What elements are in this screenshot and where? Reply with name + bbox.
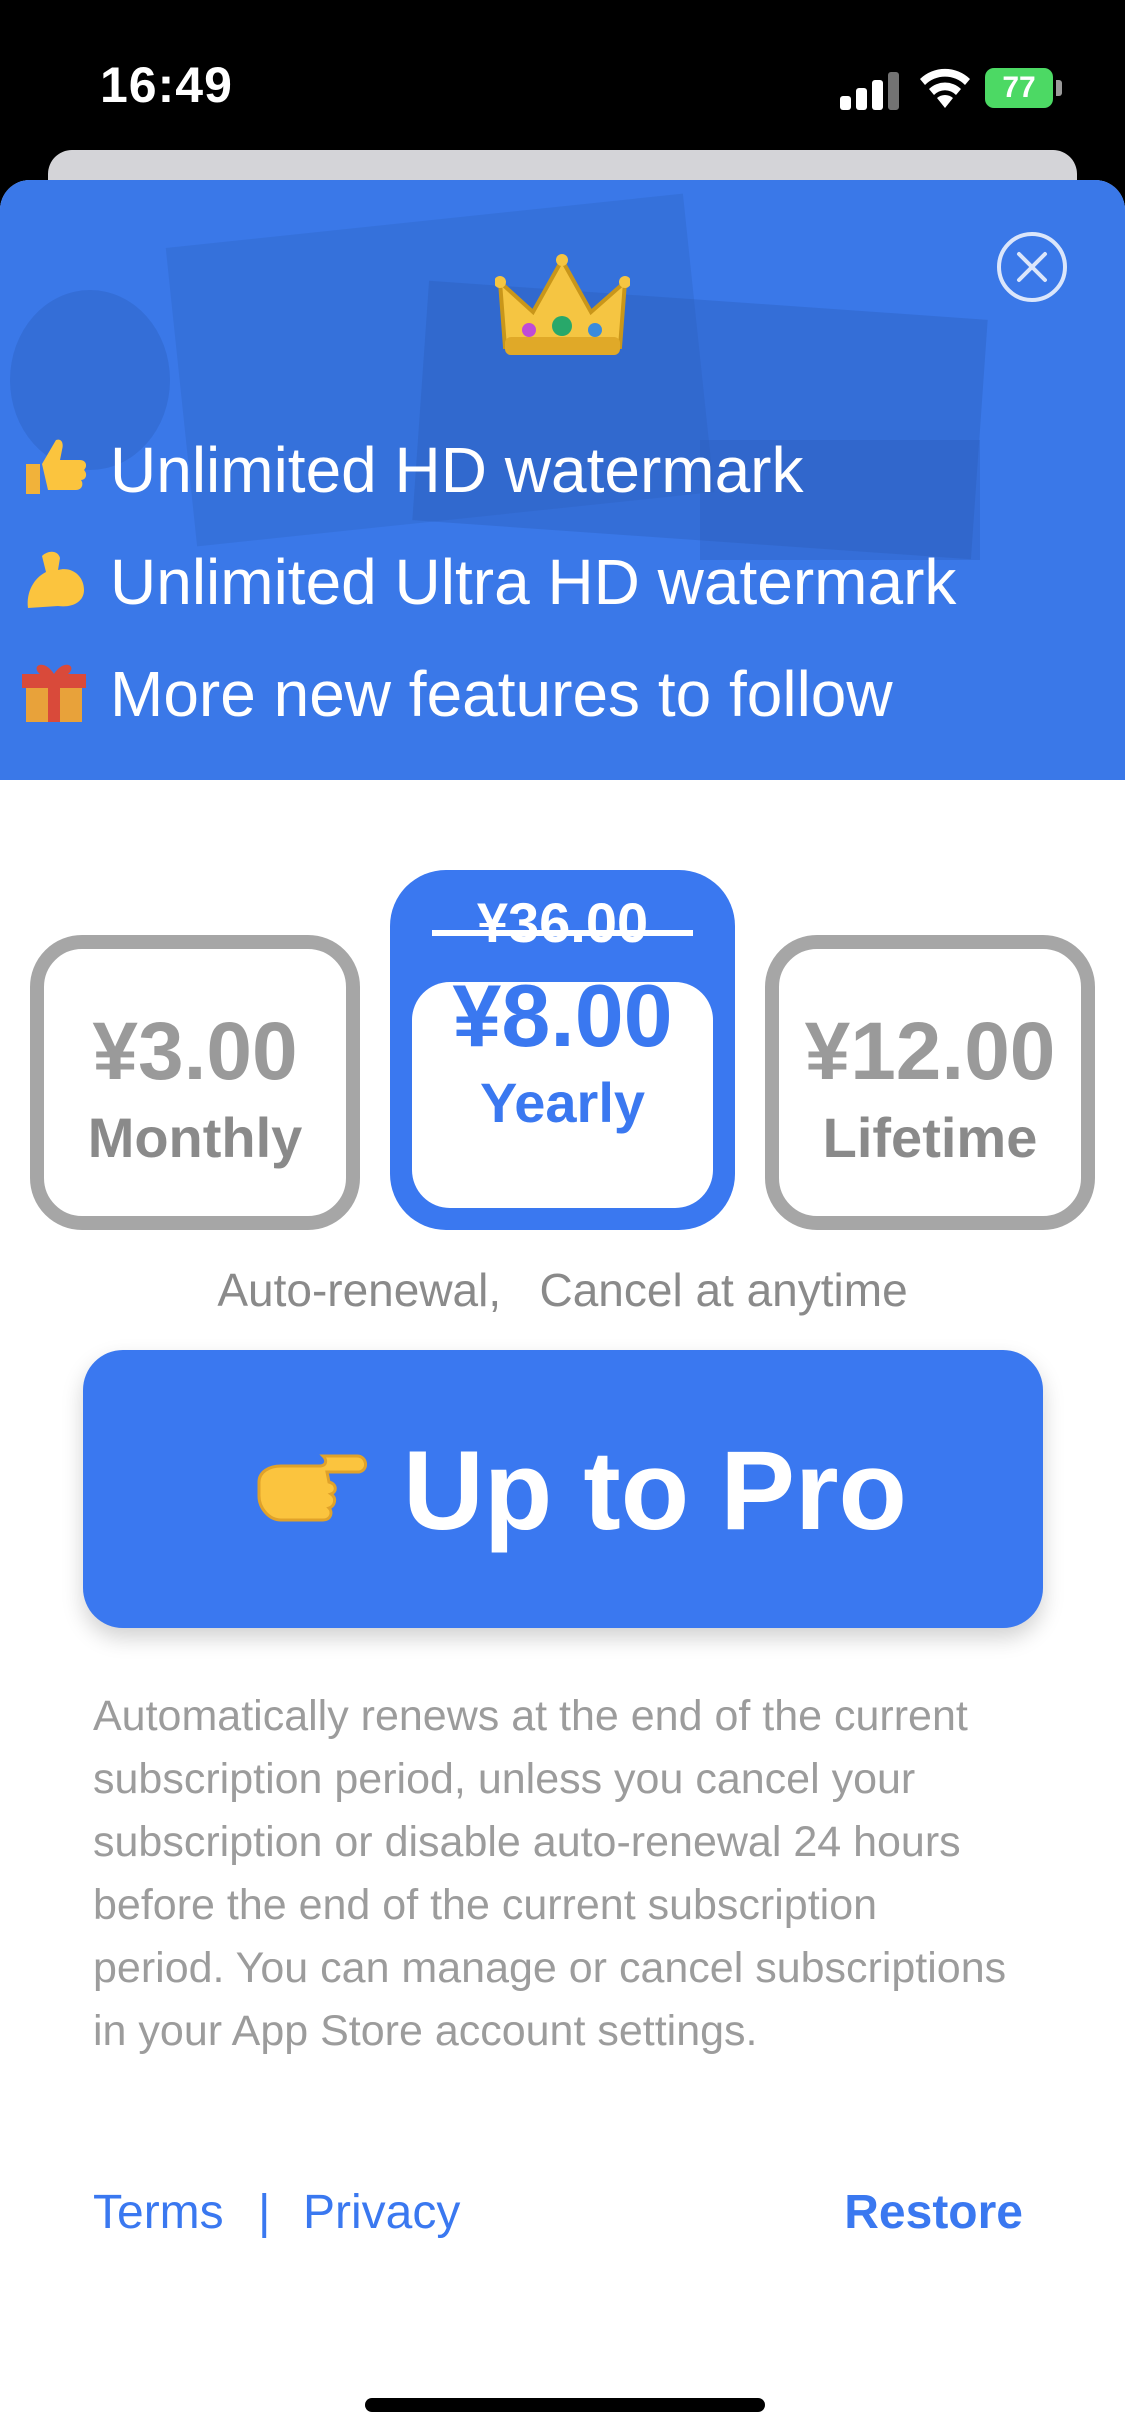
- feature-label: More new features to follow: [110, 658, 893, 730]
- plan-yearly[interactable]: ¥36.00 ¥8.00 Yearly: [390, 870, 735, 1230]
- hero-banner: Unlimited HD watermark Unlimited Ultra H…: [0, 180, 1125, 780]
- restore-link[interactable]: Restore: [844, 2185, 1023, 2240]
- feature-item: Unlimited HD watermark: [18, 430, 803, 507]
- close-icon[interactable]: [995, 230, 1069, 304]
- battery-icon: 77: [985, 68, 1053, 108]
- home-indicator[interactable]: [365, 2398, 765, 2412]
- crown-icon: [495, 254, 630, 355]
- plan-lifetime[interactable]: ¥12.00 Lifetime: [765, 935, 1095, 1230]
- plan-price: ¥3.00: [92, 1006, 298, 1097]
- plan-label: Yearly: [479, 1071, 646, 1134]
- autorenew-note: Auto-renewal, Cancel at anytime: [217, 1264, 908, 1316]
- strikethrough: [432, 930, 693, 936]
- feature-item: More new features to follow: [18, 654, 893, 731]
- privacy-link[interactable]: Privacy: [303, 2185, 460, 2240]
- feature-label: Unlimited HD watermark: [110, 434, 804, 506]
- thumbs-up-icon: [26, 439, 87, 494]
- link-separator: |: [258, 2186, 271, 2239]
- plan-price: ¥8.00: [452, 966, 673, 1065]
- plan-label: Monthly: [87, 1106, 303, 1169]
- plan-price: ¥12.00: [804, 1006, 1056, 1097]
- wifi-icon: [920, 68, 970, 108]
- terms-link[interactable]: Terms: [93, 2185, 224, 2240]
- battery-tip: [1056, 80, 1062, 96]
- plan-monthly[interactable]: ¥3.00 Monthly: [30, 935, 360, 1230]
- feature-item: Unlimited Ultra HD watermark: [18, 542, 956, 619]
- plan-label: Lifetime: [822, 1106, 1038, 1169]
- upgrade-button[interactable]: Up to Pro: [83, 1350, 1043, 1628]
- upgrade-button-label: Up to Pro: [403, 1428, 907, 1553]
- gift-icon: [22, 664, 86, 722]
- paywall-sheet: Unlimited HD watermark Unlimited Ultra H…: [0, 180, 1125, 2436]
- original-price: ¥36.00: [476, 891, 649, 954]
- flexed-biceps-icon: [27, 551, 85, 608]
- cellular-signal-icon: [840, 70, 900, 110]
- pointing-right-icon: [257, 1454, 367, 1522]
- status-time: 16:49: [100, 57, 233, 113]
- subscription-disclaimer: Automatically renews at the end of the c…: [93, 1692, 1007, 2055]
- status-bar: 16:49 77: [0, 0, 1125, 150]
- footer-links: Terms | Privacy Restore: [93, 2185, 1023, 2255]
- feature-label: Unlimited Ultra HD watermark: [110, 546, 957, 618]
